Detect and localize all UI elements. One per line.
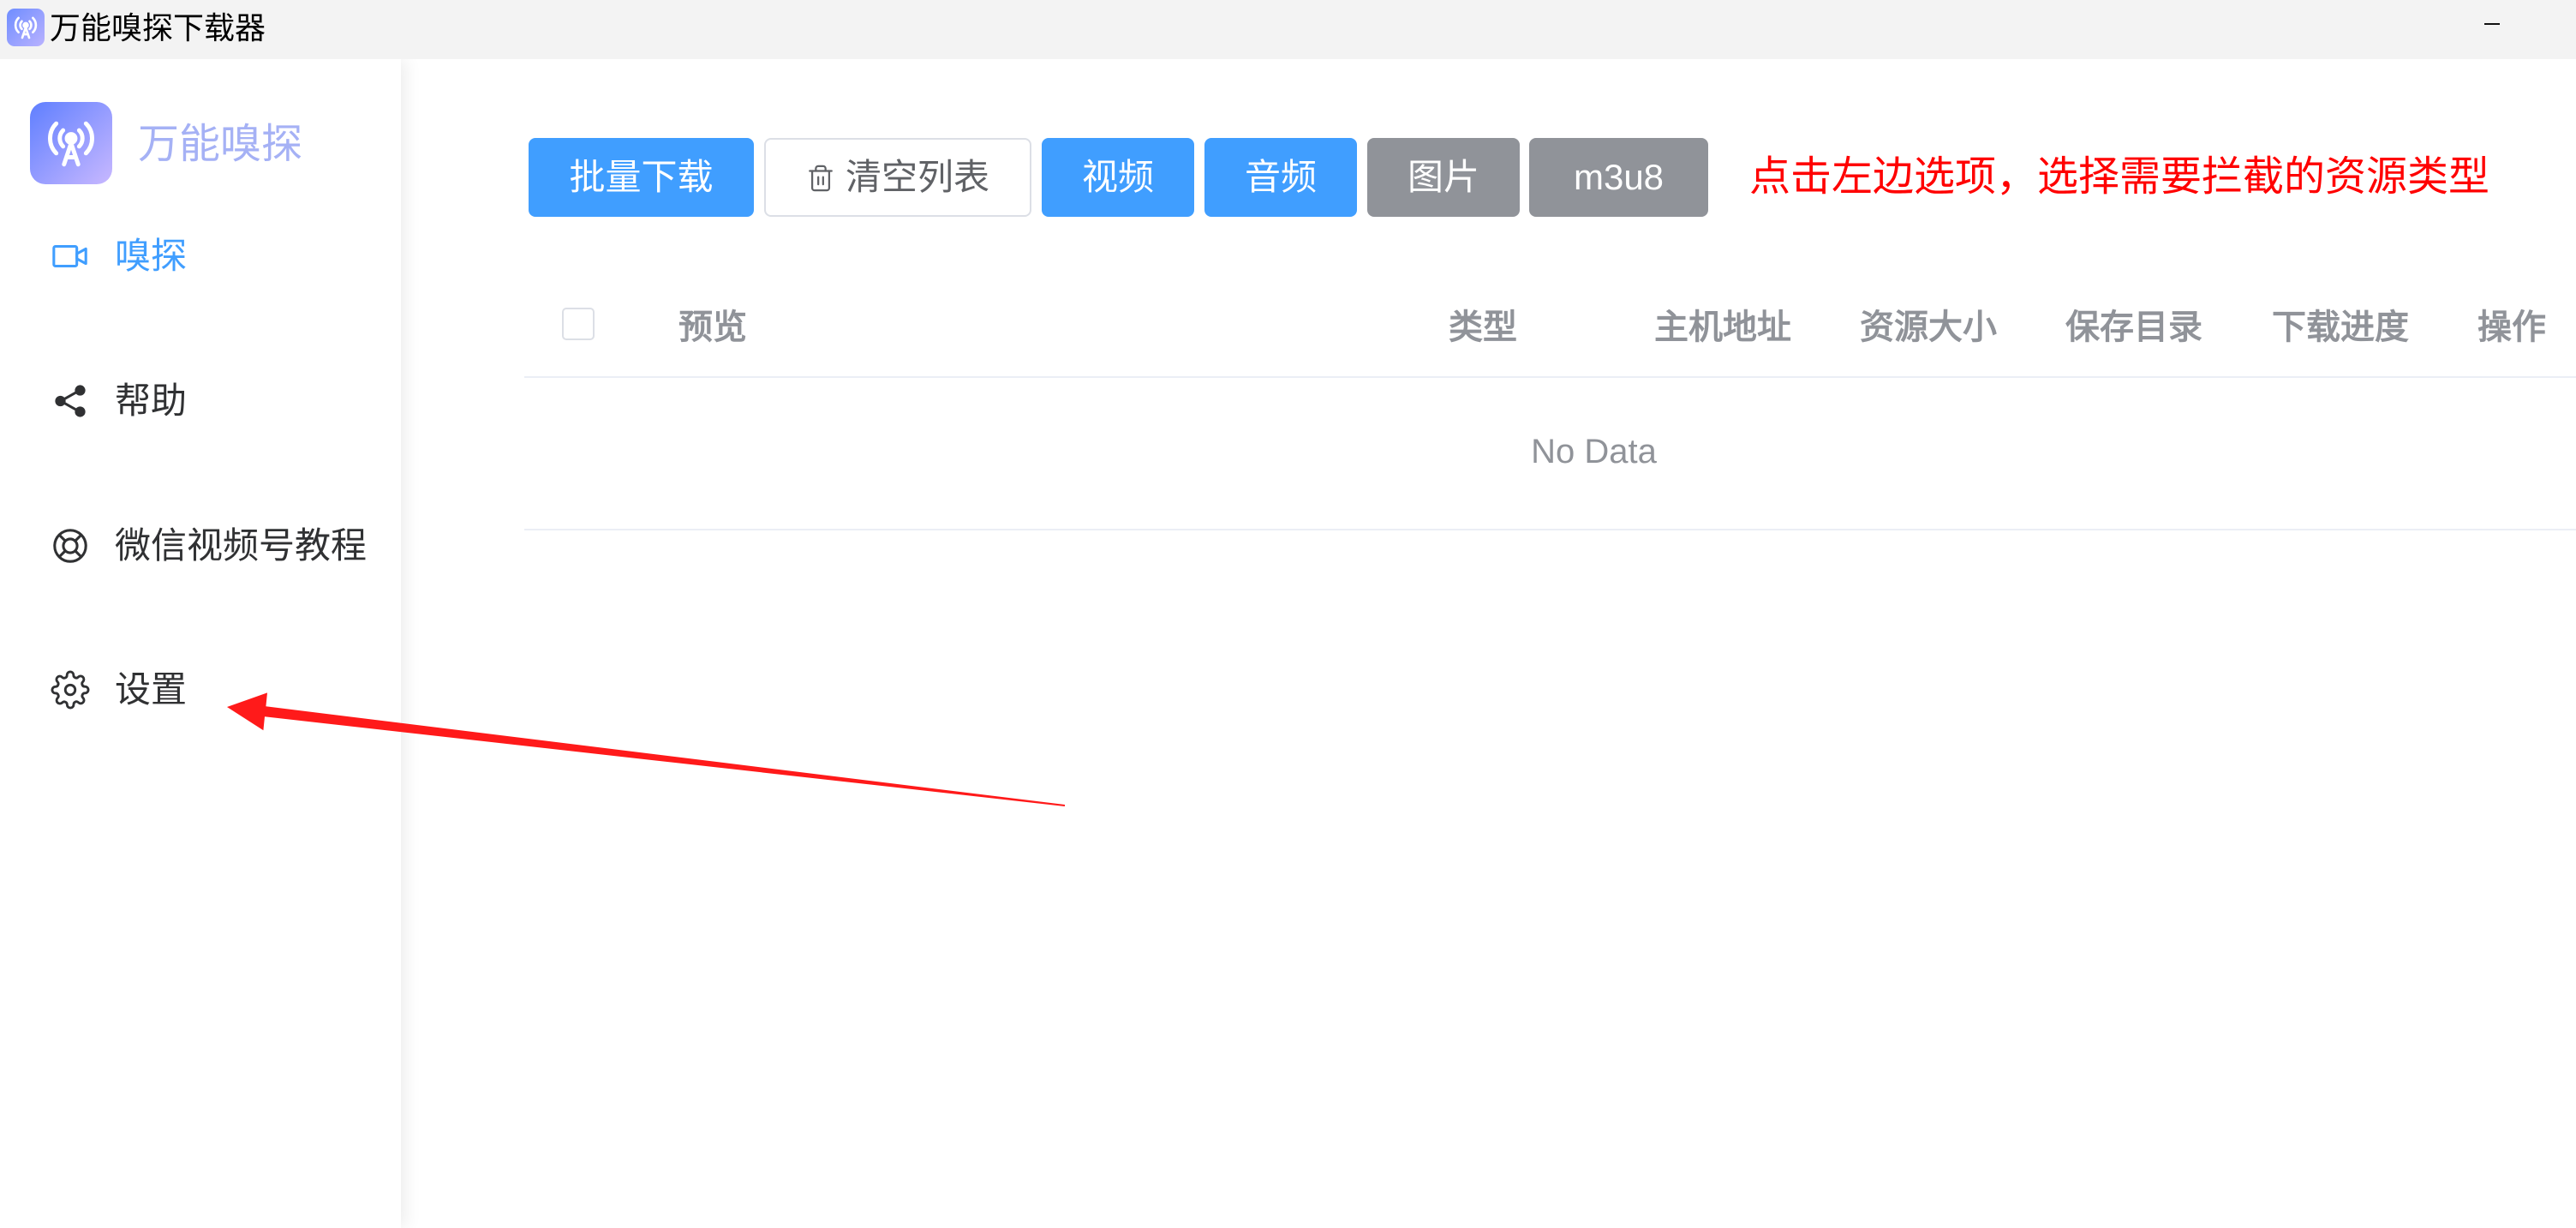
sidebar-item-label: 微信视频号教程 (115, 525, 368, 566)
gear-icon (51, 670, 90, 710)
logo-antenna-icon (30, 102, 112, 184)
minimize-button[interactable] (2459, 0, 2527, 48)
table-empty-row: No Data (524, 378, 2576, 530)
sidebar-item-wechat-tutorial[interactable]: 微信视频号教程 (0, 510, 401, 582)
hint-text: 点击左边选项，选择需要拦截的资源类型 (1749, 154, 2490, 200)
minimize-icon (2484, 23, 2500, 25)
batch-download-button[interactable]: 批量下载 (529, 138, 754, 217)
clear-list-label: 清空列表 (845, 157, 989, 197)
filter-video-button[interactable]: 视频 (1042, 138, 1194, 217)
sidebar-item-label: 设置 (115, 669, 188, 710)
sidebar-item-sniff[interactable]: 嗅探 (0, 220, 401, 292)
sidebar-item-settings[interactable]: 设置 (0, 654, 401, 726)
filter-m3u8-button[interactable]: m3u8 (1529, 138, 1708, 217)
column-header-preview: 预览 (678, 308, 747, 346)
filter-audio-button[interactable]: 音频 (1204, 138, 1357, 217)
empty-text: No Data (1531, 433, 1657, 470)
video-camera-icon (51, 237, 90, 276)
filter-image-button[interactable]: 图片 (1367, 138, 1520, 217)
trash-icon (809, 165, 833, 192)
column-header-save-dir: 保存目录 (2065, 308, 2202, 346)
select-all-checkbox[interactable] (562, 308, 595, 340)
sidebar: 万能嗅探 嗅探 帮助 微信视频号教程 设置 (0, 59, 401, 1228)
brand-name: 万能嗅探 (138, 122, 303, 167)
column-header-actions: 操作 (2477, 308, 2546, 346)
sidebar-item-label: 嗅探 (115, 236, 188, 276)
column-header-size: 资源大小 (1860, 308, 1997, 346)
share-icon (51, 381, 90, 421)
column-header-host: 主机地址 (1654, 308, 1791, 346)
clear-list-button[interactable]: 清空列表 (764, 138, 1031, 217)
lifebuoy-icon (51, 526, 90, 566)
sidebar-item-help[interactable]: 帮助 (0, 365, 401, 437)
window-title: 万能嗅探下载器 (50, 10, 266, 45)
table-header: 预览 类型 主机地址 资源大小 保存目录 下载进度 操作 (524, 271, 2576, 378)
sidebar-item-label: 帮助 (115, 380, 188, 421)
title-bar: 万能嗅探下载器 (0, 0, 2576, 59)
column-header-progress: 下载进度 (2272, 308, 2409, 346)
column-header-type: 类型 (1449, 308, 1517, 346)
app-antenna-icon (7, 9, 45, 46)
